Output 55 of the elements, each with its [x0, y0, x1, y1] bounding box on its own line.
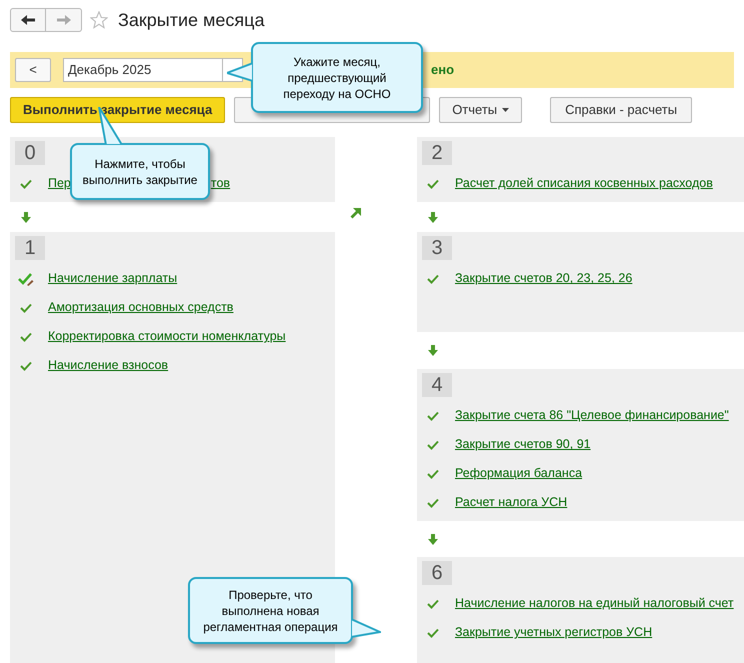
operation-link[interactable]: Закрытие счетов 90, 91 — [455, 435, 591, 454]
stage-number: 1 — [15, 236, 45, 260]
tooltip-tail — [351, 618, 381, 638]
callout-tooltip: Укажите месяц, предшествующий переходу на ОСНО — [251, 42, 423, 113]
check-pencil-icon — [18, 272, 34, 286]
check-icon — [427, 498, 439, 508]
stage-number: 2 — [422, 141, 452, 165]
operation-link[interactable]: Расчет налога УСН — [455, 493, 568, 512]
status-text: ено — [431, 61, 454, 80]
check-icon — [427, 598, 439, 608]
down-arrow-icon — [21, 212, 31, 222]
operation-link[interactable]: Закрытие учетных регистров УСН — [455, 623, 652, 642]
back-arrow-icon — [21, 15, 35, 25]
check-icon — [427, 468, 439, 478]
stage-number: 6 — [422, 561, 452, 585]
check-icon — [427, 410, 439, 420]
reports-calc-button[interactable]: Справки - расчеты — [550, 97, 692, 123]
operation-link[interactable]: Начисление взносов — [48, 356, 168, 375]
operation-link[interactable]: тов — [210, 174, 230, 193]
stage-number: 3 — [422, 236, 452, 260]
operation-link[interactable]: Закрытие счета 86 "Целевое финансирование" — [455, 406, 729, 425]
operation-link[interactable]: Начисление зарплаты — [48, 269, 178, 288]
stage-number: 4 — [422, 373, 452, 397]
month-field[interactable]: Декабрь 2025 — [63, 58, 243, 82]
callout-tooltip: Проверьте, что выполнена новая регламентная операция — [188, 577, 353, 644]
operation-link[interactable]: Реформация баланса — [455, 464, 582, 483]
check-icon — [427, 628, 439, 638]
check-icon — [427, 274, 439, 284]
stage-number: 0 — [15, 141, 45, 165]
run-closing-button[interactable]: Выполнить закрытие месяца — [10, 97, 226, 123]
reports-button[interactable]: Отчеты — [439, 97, 522, 123]
back-button[interactable] — [10, 8, 46, 32]
operation-link[interactable]: Пер — [48, 174, 71, 193]
check-icon — [20, 302, 32, 312]
forward-arrow-icon — [56, 15, 70, 25]
star-icon[interactable] — [90, 11, 108, 29]
down-arrow-icon — [428, 212, 438, 222]
previous-month-button[interactable]: < — [15, 58, 51, 82]
down-arrow-icon — [428, 345, 438, 356]
down-arrow-icon — [428, 534, 438, 544]
operation-link[interactable]: Начисление налогов на единый налоговый счет — [455, 594, 734, 613]
check-icon — [427, 178, 439, 188]
operation-link[interactable]: Расчет долей списания косвенных расходов — [455, 174, 713, 193]
callout-tooltip: Нажмите, чтобы выполнить закрытие — [70, 143, 210, 200]
operation-link[interactable]: Амортизация основных средств — [48, 298, 234, 317]
caret-icon — [502, 108, 510, 112]
check-icon — [20, 178, 32, 188]
tooltip-tail — [227, 62, 253, 82]
check-icon — [20, 332, 32, 342]
diagonal-arrow-icon — [350, 208, 361, 219]
page-title: Закрытие месяца — [118, 8, 264, 32]
operation-link[interactable]: Закрытие счетов 20, 23, 25, 26 — [455, 269, 632, 288]
check-icon — [20, 360, 32, 370]
check-icon — [427, 440, 439, 450]
operation-link[interactable]: Корректировка стоимости номенклатуры — [48, 327, 286, 346]
